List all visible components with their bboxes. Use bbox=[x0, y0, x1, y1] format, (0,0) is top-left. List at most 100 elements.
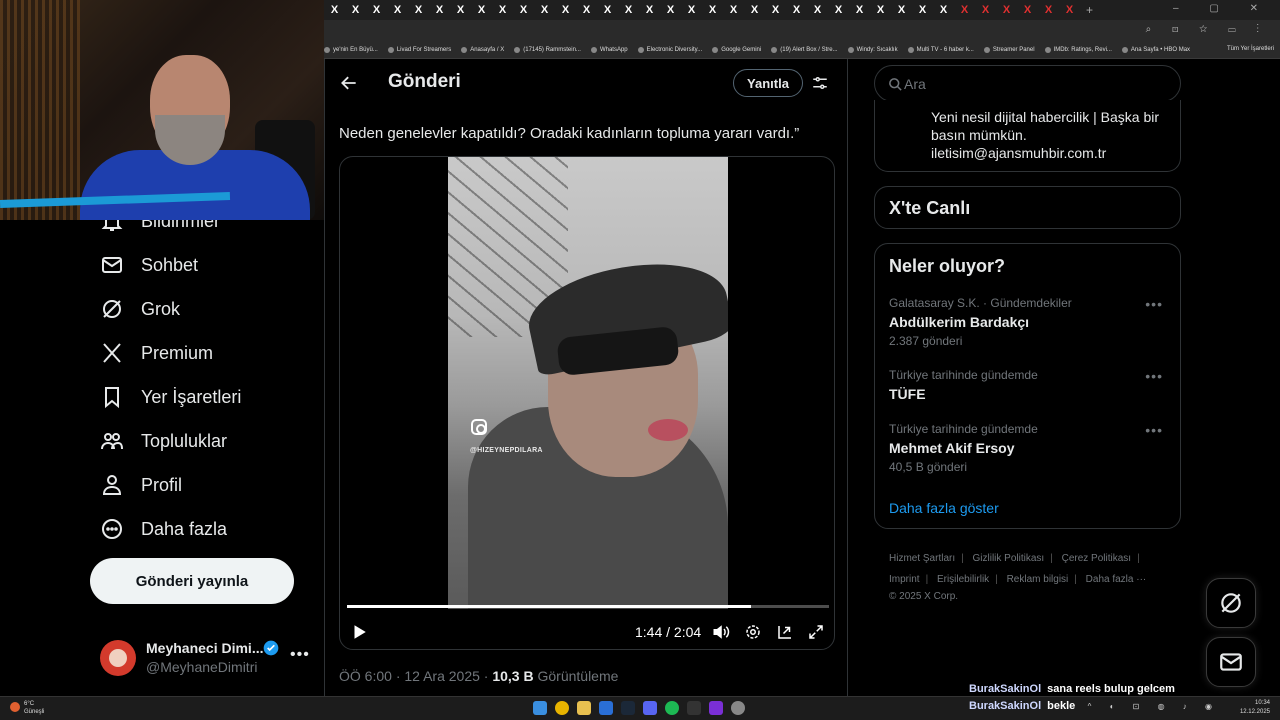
browser-tab[interactable]: X bbox=[933, 0, 954, 20]
trend-more-icon[interactable]: ••• bbox=[1145, 368, 1163, 384]
bookmark-item[interactable]: Ana Sayfa • HBO Max bbox=[1121, 47, 1190, 53]
footer-link[interactable]: Reklam bilgisi bbox=[1007, 574, 1069, 585]
footer-link[interactable]: Erişilebilirlik bbox=[937, 574, 989, 585]
browser-tab[interactable]: X bbox=[639, 0, 660, 20]
browser-tab[interactable]: X bbox=[324, 0, 345, 20]
browser-tab[interactable]: X bbox=[660, 0, 681, 20]
messages-fab-button[interactable] bbox=[1206, 637, 1256, 687]
spotify-icon[interactable] bbox=[665, 701, 679, 715]
sidebar-item-premium[interactable]: Premium bbox=[100, 338, 213, 368]
footer-link[interactable]: Hizmet Şartları bbox=[889, 553, 955, 564]
sidebar-item-bookmarks[interactable]: Yer İşaretleri bbox=[100, 382, 241, 412]
post-date[interactable]: 12 Ara 2025 bbox=[404, 668, 480, 684]
bookmark-item[interactable]: Windy: Sıcaklık bbox=[847, 47, 898, 53]
bookmark-item[interactable]: Google Gemini bbox=[712, 47, 761, 53]
bookmark-item[interactable]: Multi TV - 6 haber k... bbox=[907, 47, 974, 53]
start-icon[interactable] bbox=[533, 701, 547, 715]
discord-icon[interactable] bbox=[643, 701, 657, 715]
grok-fab-button[interactable] bbox=[1206, 578, 1256, 628]
video-frame[interactable]: @HIZEYNEPDILARA bbox=[448, 157, 728, 609]
new-tab-button[interactable]: + bbox=[1086, 3, 1093, 17]
footer-link[interactable]: Gizlilik Politikası bbox=[973, 553, 1045, 564]
browser-tab[interactable]: X bbox=[618, 0, 639, 20]
browser-tab[interactable]: X bbox=[1017, 0, 1038, 20]
browser-tab[interactable]: X bbox=[912, 0, 933, 20]
volume-icon[interactable] bbox=[712, 623, 730, 641]
browser-tab[interactable]: X bbox=[849, 0, 870, 20]
trend-more-icon[interactable]: ••• bbox=[1145, 422, 1163, 438]
profile-more-icon[interactable]: ••• bbox=[290, 646, 310, 664]
window-controls[interactable]: – ▢ ✕ bbox=[1173, 3, 1272, 14]
app-icon[interactable] bbox=[709, 701, 723, 715]
epic-games-icon[interactable] bbox=[687, 701, 701, 715]
browser-tab[interactable]: X bbox=[450, 0, 471, 20]
folder-icon[interactable] bbox=[577, 701, 591, 715]
trend-more-icon[interactable]: ••• bbox=[1145, 296, 1163, 312]
browser-tab[interactable]: X bbox=[744, 0, 765, 20]
browser-tab[interactable]: X bbox=[492, 0, 513, 20]
fullscreen-icon[interactable] bbox=[807, 623, 825, 641]
browser-tab[interactable]: X bbox=[1059, 0, 1080, 20]
sliders-icon[interactable] bbox=[811, 74, 829, 92]
app-icon[interactable] bbox=[599, 701, 613, 715]
browser-tab[interactable]: X bbox=[723, 0, 744, 20]
sidebar-item-more[interactable]: Daha fazla bbox=[100, 514, 227, 544]
browser-tab[interactable]: X bbox=[765, 0, 786, 20]
reply-button[interactable]: Yanıtla bbox=[733, 69, 803, 97]
trend-item[interactable]: Türkiye tarihinde gündemde Mehmet Akif E… bbox=[889, 422, 1169, 476]
footer-link[interactable]: Daha fazla ··· bbox=[1086, 574, 1147, 585]
browser-tab[interactable]: X bbox=[513, 0, 534, 20]
trend-item[interactable]: Galatasaray S.K. · Gündemdekiler Abdülke… bbox=[889, 296, 1169, 350]
post-button[interactable]: Gönderi yayınla bbox=[90, 558, 294, 604]
browser-tab[interactable]: X bbox=[576, 0, 597, 20]
browser-tab[interactable]: X bbox=[555, 0, 576, 20]
browser-tab[interactable]: X bbox=[807, 0, 828, 20]
footer-link[interactable]: Imprint bbox=[889, 574, 920, 585]
sidebar-item-grok[interactable]: Grok bbox=[100, 294, 180, 324]
show-more-link[interactable]: Daha fazla göster bbox=[889, 500, 999, 516]
video-progress-bar[interactable] bbox=[347, 605, 829, 608]
settings-gear-icon[interactable] bbox=[744, 623, 762, 641]
bookmark-item[interactable]: Livad For Streamers bbox=[387, 47, 451, 53]
bio-email[interactable]: iletisim@ajansmuhbir.com.tr bbox=[931, 144, 1106, 162]
steam-icon[interactable] bbox=[621, 701, 635, 715]
browser-toolbar-icons[interactable]: ⌕ ⊡ ☆ ▭ ⋮ bbox=[1146, 24, 1268, 35]
browser-tab[interactable]: X bbox=[996, 0, 1017, 20]
chrome-icon[interactable] bbox=[555, 701, 569, 715]
back-arrow-icon[interactable] bbox=[339, 73, 359, 93]
browser-tab[interactable]: X bbox=[366, 0, 387, 20]
bookmark-item[interactable]: (19) Alert Box / Stre... bbox=[771, 47, 838, 53]
browser-tab[interactable]: X bbox=[828, 0, 849, 20]
search-box[interactable] bbox=[874, 65, 1181, 102]
search-input[interactable] bbox=[904, 74, 1154, 94]
weather-widget[interactable]: 6°C Güneşli bbox=[10, 700, 44, 716]
bookmark-item[interactable]: WhatsApp bbox=[590, 47, 628, 53]
browser-tab[interactable]: X bbox=[870, 0, 891, 20]
bookmark-item[interactable]: ye'nin En Büyü... bbox=[324, 47, 378, 53]
play-icon[interactable] bbox=[350, 623, 368, 641]
browser-tab[interactable]: X bbox=[597, 0, 618, 20]
trend-item[interactable]: Türkiye tarihinde gündemde TÜFE ••• bbox=[889, 368, 1169, 422]
browser-tab[interactable]: X bbox=[954, 0, 975, 20]
video-player[interactable]: @HIZEYNEPDILARA 1:44 / 2:04 bbox=[339, 156, 835, 650]
picture-in-picture-icon[interactable] bbox=[776, 623, 794, 641]
browser-tab[interactable]: X bbox=[681, 0, 702, 20]
browser-tab[interactable]: X bbox=[891, 0, 912, 20]
bookmark-item[interactable]: Streamer Panel bbox=[983, 47, 1035, 53]
sidebar-item-communities[interactable]: Topluluklar bbox=[100, 426, 227, 456]
browser-tab[interactable]: X bbox=[975, 0, 996, 20]
bookmark-item[interactable]: Anasayfa / X bbox=[461, 47, 504, 53]
browser-tab[interactable]: X bbox=[408, 0, 429, 20]
browser-tab[interactable]: X bbox=[702, 0, 723, 20]
browser-tab[interactable]: X bbox=[1038, 0, 1059, 20]
footer-link[interactable]: Çerez Politikası bbox=[1062, 553, 1131, 564]
bookmark-item[interactable]: IMDb: Ratings, Revi... bbox=[1044, 47, 1112, 53]
live-on-x-card[interactable]: X'te Canlı bbox=[874, 186, 1181, 229]
account-switcher[interactable]: Meyhaneci Dimi... @MeyhaneDimitri ••• bbox=[100, 636, 315, 684]
browser-tab[interactable]: X bbox=[345, 0, 366, 20]
app-icon[interactable] bbox=[731, 701, 745, 715]
browser-tab[interactable]: X bbox=[786, 0, 807, 20]
browser-tab[interactable]: X bbox=[534, 0, 555, 20]
bookmark-item[interactable]: (17145) Rammstein... bbox=[514, 47, 581, 53]
clock[interactable]: 10:34 12.12.2025 bbox=[1240, 699, 1270, 717]
